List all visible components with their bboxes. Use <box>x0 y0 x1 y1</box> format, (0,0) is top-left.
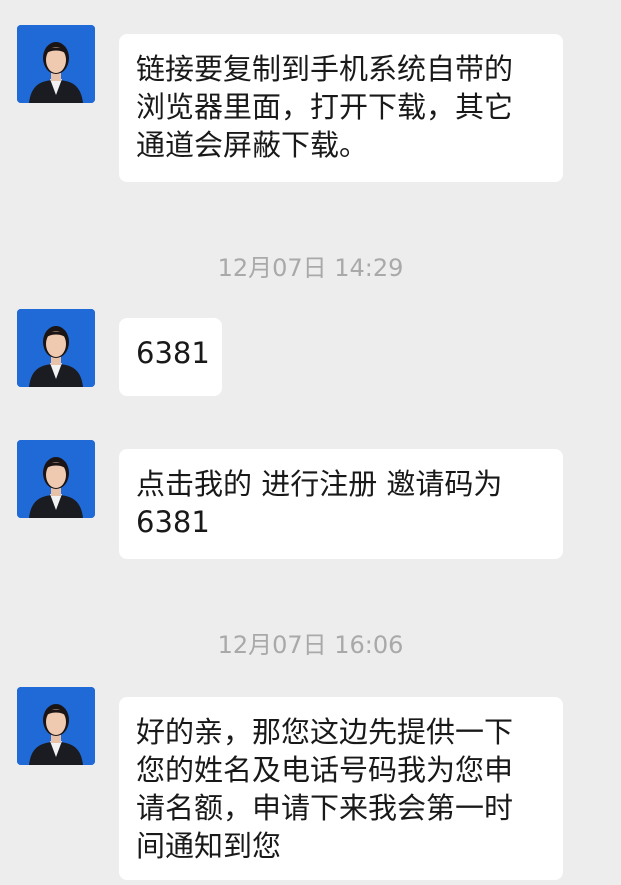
message-text: 链接要复制到手机系统自带的 <box>136 52 514 86</box>
message-text: 通道会屏蔽下载。 <box>136 128 369 162</box>
message-bubble[interactable]: 链接要复制到手机系统自带的 浏览器里面，打开下载，其它 通道会屏蔽下载。 <box>119 34 563 182</box>
message-text: 好的亲，那您这边先提供一下 <box>136 715 514 749</box>
avatar[interactable] <box>17 687 95 765</box>
person-photo-icon <box>17 309 95 387</box>
person-photo-icon <box>17 687 95 765</box>
message-bubble[interactable]: 点击我的 进行注册 邀请码为 6381 <box>119 449 563 559</box>
message-text: 6381 <box>136 336 210 370</box>
message-text: 间通知到您 <box>136 829 282 863</box>
message-bubble[interactable]: 好的亲，那您这边先提供一下 您的姓名及电话号码我为您申 请名额，申请下来我会第一… <box>119 697 563 880</box>
timestamp: 12月07日 14:29 <box>217 254 404 282</box>
avatar[interactable] <box>17 440 95 518</box>
message-text: 您的姓名及电话号码我为您申 <box>136 753 514 787</box>
message-text: 浏览器里面，打开下载，其它 <box>136 90 514 124</box>
avatar[interactable] <box>17 25 95 103</box>
message-text: 6381 <box>136 505 210 539</box>
message-text: 点击我的 进行注册 邀请码为 <box>136 467 503 501</box>
timestamp: 12月07日 16:06 <box>217 631 404 659</box>
person-photo-icon <box>17 25 95 103</box>
person-photo-icon <box>17 440 95 518</box>
avatar[interactable] <box>17 309 95 387</box>
message-text: 请名额，申请下来我会第一时 <box>136 791 514 825</box>
message-bubble[interactable]: 6381 <box>119 318 222 396</box>
